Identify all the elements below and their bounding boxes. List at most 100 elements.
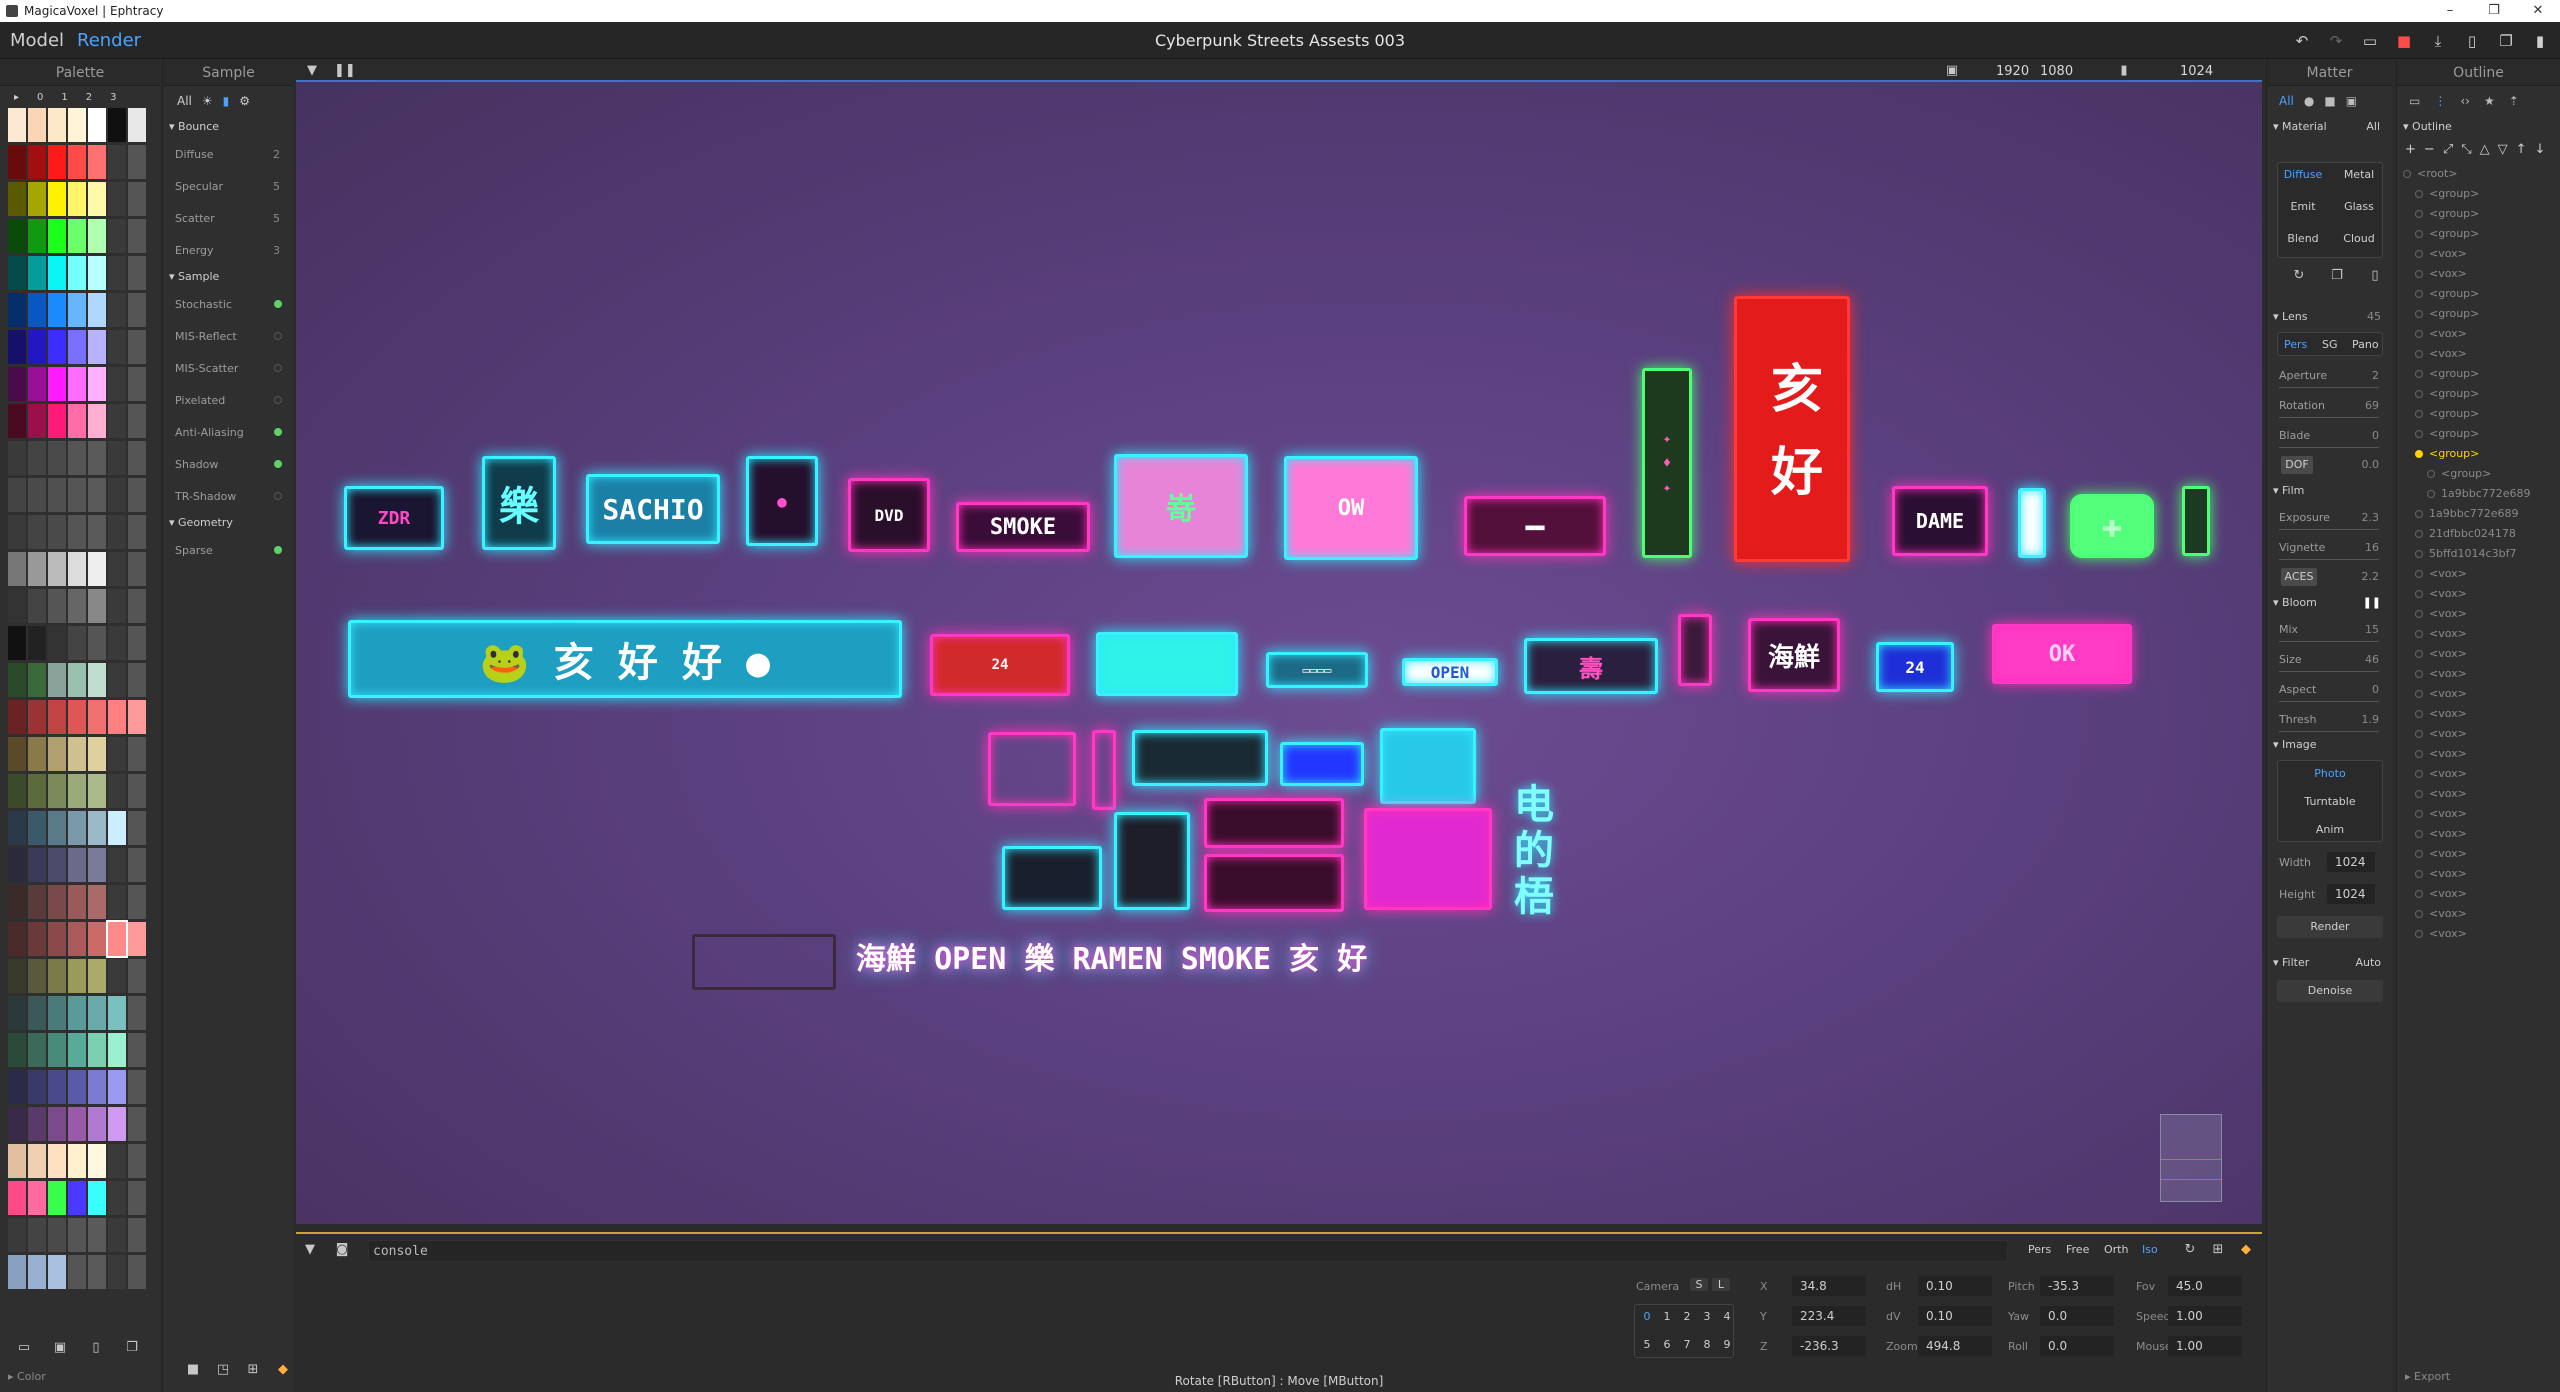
palette-page-2[interactable]: 2 bbox=[86, 92, 92, 103]
film-row[interactable]: Exposure 2.3 bbox=[2267, 502, 2393, 532]
outline-node[interactable]: <group> bbox=[2397, 224, 2560, 244]
diamond-icon[interactable]: ◆ bbox=[273, 1360, 293, 1380]
filter-section[interactable]: ▾ Filter Auto bbox=[2267, 952, 2393, 974]
tab-model[interactable]: Model bbox=[10, 30, 64, 51]
outline-node[interactable]: <group> bbox=[2397, 184, 2560, 204]
sample-toggle[interactable] bbox=[274, 396, 282, 404]
link-node-icon[interactable]: ⤢ bbox=[2443, 142, 2453, 157]
visibility-icon[interactable] bbox=[2415, 750, 2423, 758]
sample-row[interactable]: Pixelated bbox=[163, 384, 294, 416]
visibility-icon[interactable] bbox=[2415, 610, 2423, 618]
matter-filter-all[interactable]: All bbox=[2279, 94, 2294, 108]
visibility-icon[interactable] bbox=[2415, 830, 2423, 838]
image-anim[interactable]: Anim bbox=[2278, 823, 2382, 836]
outline-node[interactable]: 1a9bbc772e689 bbox=[2397, 484, 2560, 504]
outline-node[interactable]: <vox> bbox=[2397, 324, 2560, 344]
close-button[interactable]: ✕ bbox=[2516, 0, 2560, 22]
visibility-icon[interactable] bbox=[2415, 870, 2423, 878]
outline-node[interactable]: <vox> bbox=[2397, 664, 2560, 684]
square-icon[interactable]: ■ bbox=[183, 1360, 203, 1380]
visibility-icon[interactable] bbox=[2415, 230, 2423, 238]
outline-node[interactable]: <group> bbox=[2397, 204, 2560, 224]
pause-icon[interactable]: ❚❚ bbox=[334, 61, 356, 81]
mode-pers[interactable]: Pers bbox=[2028, 1243, 2051, 1256]
unlink-node-icon[interactable]: ⤡ bbox=[2461, 142, 2471, 157]
folder-icon[interactable]: ▭ bbox=[2409, 94, 2420, 108]
visibility-icon[interactable] bbox=[2415, 590, 2423, 598]
geometry-row[interactable]: Sparse bbox=[163, 534, 294, 566]
image-icon[interactable]: ▣ bbox=[2346, 94, 2357, 108]
outline-node[interactable]: <vox> bbox=[2397, 564, 2560, 584]
geometry-toggle[interactable] bbox=[274, 546, 282, 554]
outline-node[interactable]: <vox> bbox=[2397, 264, 2560, 284]
camera-field-yaw[interactable]: 0.0 bbox=[2040, 1306, 2114, 1326]
outline-node[interactable]: 1a9bbc772e689 bbox=[2397, 504, 2560, 524]
camera-slot-5[interactable]: 5 bbox=[1640, 1338, 1654, 1351]
visibility-icon[interactable] bbox=[2415, 710, 2423, 718]
lens-pano[interactable]: Pano bbox=[2352, 338, 2379, 351]
paste-material-icon[interactable]: ▯ bbox=[2365, 266, 2385, 286]
visibility-icon[interactable] bbox=[2415, 270, 2423, 278]
sample-count[interactable]: 1024 bbox=[2180, 64, 2213, 79]
sample-toggle[interactable] bbox=[274, 428, 282, 436]
camera-field-pitch[interactable]: -35.3 bbox=[2040, 1276, 2114, 1296]
camera-load-l[interactable]: L bbox=[1712, 1278, 1730, 1291]
film-value[interactable]: 2.3 bbox=[2362, 511, 2380, 524]
code-icon[interactable]: ‹› bbox=[2460, 94, 2470, 108]
visibility-icon[interactable] bbox=[2403, 170, 2411, 178]
image-width-field[interactable]: 1024 bbox=[2327, 852, 2375, 872]
bloom-value[interactable]: 46 bbox=[2365, 653, 2379, 666]
camera-field-x[interactable]: 34.8 bbox=[1792, 1276, 1866, 1296]
lens-slider[interactable] bbox=[2279, 417, 2379, 418]
pin-icon[interactable]: ⇡ bbox=[2509, 94, 2519, 108]
bloom-slider[interactable] bbox=[2279, 731, 2379, 732]
camera-field-y[interactable]: 223.4 bbox=[1792, 1306, 1866, 1326]
outline-node[interactable]: <group> bbox=[2397, 284, 2560, 304]
bloom-value[interactable]: 1.9 bbox=[2362, 713, 2380, 726]
dof-button[interactable]: DOF bbox=[2281, 456, 2313, 474]
camera-slot-9[interactable]: 9 bbox=[1720, 1338, 1734, 1351]
samples-chart-icon[interactable]: ▮ bbox=[2114, 61, 2134, 81]
open-palette-icon[interactable]: ▭ bbox=[14, 1338, 34, 1358]
res-width[interactable]: 1920 bbox=[1996, 64, 2029, 79]
sun-icon[interactable]: ☀ bbox=[202, 94, 213, 108]
bar-chart-icon[interactable]: ▮ bbox=[223, 94, 230, 108]
sample-toggle[interactable] bbox=[274, 300, 282, 308]
camera-save-s[interactable]: S bbox=[1690, 1278, 1708, 1291]
lens-section[interactable]: ▾ Lens 45 bbox=[2267, 306, 2393, 328]
outline-node[interactable]: <vox> bbox=[2397, 724, 2560, 744]
outline-node[interactable]: <group> bbox=[2397, 444, 2560, 464]
material-metal[interactable]: Metal bbox=[2337, 168, 2381, 181]
bloom-row[interactable]: Aspect 0 bbox=[2267, 674, 2393, 704]
outline-node[interactable]: <group> bbox=[2397, 464, 2560, 484]
sample-filter-all[interactable]: All bbox=[177, 94, 192, 108]
camera-slot-2[interactable]: 2 bbox=[1680, 1310, 1694, 1323]
copy-material-icon[interactable]: ❐ bbox=[2327, 266, 2347, 286]
viewport-menu-icon[interactable]: ▼ bbox=[302, 61, 322, 81]
bloom-value[interactable]: 15 bbox=[2365, 623, 2379, 636]
visibility-icon[interactable] bbox=[2415, 770, 2423, 778]
camera-slot-6[interactable]: 6 bbox=[1660, 1338, 1674, 1351]
res-height[interactable]: 1080 bbox=[2040, 64, 2073, 79]
export-label[interactable]: Export bbox=[2414, 1370, 2450, 1383]
view-cube[interactable] bbox=[2160, 1114, 2222, 1202]
bloom-value[interactable]: 0 bbox=[2372, 683, 2379, 696]
geometry-section[interactable]: ▾ Geometry bbox=[163, 512, 294, 534]
sample-section[interactable]: ▾ Sample bbox=[163, 266, 294, 288]
bounce-row[interactable]: Scatter 5 bbox=[163, 202, 294, 234]
palette-page-3[interactable]: 3 bbox=[110, 92, 116, 103]
outline-node[interactable]: <group> bbox=[2397, 424, 2560, 444]
aces-button[interactable]: ACES bbox=[2281, 568, 2317, 586]
tree-icon[interactable]: ⋮ bbox=[2434, 94, 2446, 108]
visibility-icon[interactable] bbox=[2415, 850, 2423, 858]
outline-node[interactable]: <vox> bbox=[2397, 924, 2560, 944]
visibility-icon[interactable] bbox=[2415, 450, 2423, 458]
gear-icon[interactable]: ⚙ bbox=[239, 94, 250, 108]
camera-field-dv[interactable]: 0.10 bbox=[1918, 1306, 1992, 1326]
film-section[interactable]: ▾ Film bbox=[2267, 480, 2393, 502]
outline-node[interactable]: <vox> bbox=[2397, 684, 2560, 704]
sample-row[interactable]: Shadow bbox=[163, 448, 294, 480]
outline-node[interactable]: <vox> bbox=[2397, 884, 2560, 904]
lens-value[interactable]: 2 bbox=[2372, 369, 2379, 382]
camera-slot-1[interactable]: 1 bbox=[1660, 1310, 1674, 1323]
